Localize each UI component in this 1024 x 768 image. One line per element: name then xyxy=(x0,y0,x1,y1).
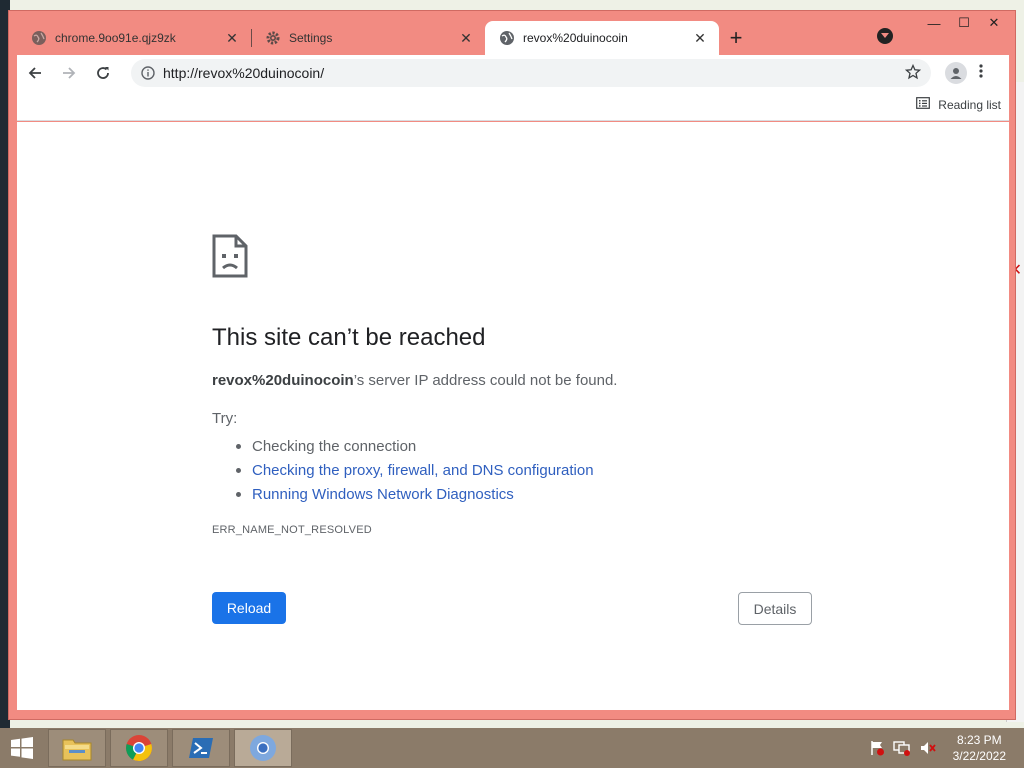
maximize-button[interactable]: ☐ xyxy=(949,13,979,33)
folder-icon xyxy=(62,739,92,761)
error-summary: revox%20duinocoin’s server IP address co… xyxy=(212,372,617,389)
taskbar-file-explorer[interactable] xyxy=(48,729,106,767)
window-controls: — ☐ ✕ xyxy=(919,13,1009,33)
tab-label: revox%20duinocoin xyxy=(523,31,628,45)
refresh-button[interactable] xyxy=(87,57,119,89)
sad-page-icon xyxy=(212,234,248,283)
chromium-icon xyxy=(250,735,276,761)
tab-label: Settings xyxy=(289,31,333,45)
action-center-flag-icon[interactable] xyxy=(869,740,885,756)
details-button[interactable]: Details xyxy=(738,592,812,625)
error-summary-rest: ’s server IP address could not be found. xyxy=(353,372,618,389)
profile-avatar-icon[interactable] xyxy=(945,62,967,84)
url-text[interactable]: http://revox%20duinocoin/ xyxy=(163,65,324,81)
globe-icon xyxy=(499,30,515,46)
address-bar[interactable]: http://revox%20duinocoin/ xyxy=(131,59,931,87)
tab-revox-duinocoin[interactable]: revox%20duinocoin ✕ xyxy=(485,21,719,55)
suggestion-check-connection: Checking the connection xyxy=(236,434,594,458)
reading-list-icon xyxy=(916,97,931,112)
new-tab-button[interactable]: + xyxy=(719,21,753,55)
start-button[interactable] xyxy=(0,728,44,768)
windows-logo-icon xyxy=(11,737,33,759)
chrome-icon xyxy=(126,735,152,762)
gear-icon xyxy=(265,30,281,46)
system-tray: 8:23 PM 3/22/2022 xyxy=(869,728,1016,768)
tab-settings[interactable]: Settings ✕ xyxy=(251,21,485,55)
taskbar: 8:23 PM 3/22/2022 xyxy=(0,728,1024,768)
bookmark-star-icon[interactable] xyxy=(904,63,922,83)
minimize-button[interactable]: — xyxy=(919,13,949,33)
tab-strip: chrome.9oo91e.qjz9zk ✕ Settings ✕ revox%… xyxy=(17,19,917,55)
suggestion-diagnostics-link[interactable]: Running Windows Network Diagnostics xyxy=(236,482,594,506)
info-icon[interactable] xyxy=(141,66,155,80)
menu-kebab-icon[interactable] xyxy=(979,63,983,83)
tab-chrome-9oo91e[interactable]: chrome.9oo91e.qjz9zk ✕ xyxy=(17,21,251,55)
reload-button[interactable]: Reload xyxy=(212,592,286,624)
system-clock[interactable]: 8:23 PM 3/22/2022 xyxy=(953,732,1006,764)
error-heading: This site can’t be reached xyxy=(212,324,486,351)
arrow-left-icon xyxy=(28,67,41,79)
close-tab-icon[interactable]: ✕ xyxy=(457,29,475,47)
forward-button[interactable] xyxy=(53,57,85,89)
browser-window: — ☐ ✕ chrome.9oo91e.qjz9zk ✕ Settings ✕ … xyxy=(8,10,1016,720)
volume-muted-icon[interactable] xyxy=(919,740,937,756)
close-tab-icon[interactable]: ✕ xyxy=(691,29,709,47)
reading-list-label: Reading list xyxy=(938,97,1001,112)
reading-list-button[interactable]: Reading list xyxy=(916,97,1001,112)
back-button[interactable] xyxy=(19,57,51,89)
network-icon[interactable] xyxy=(892,740,911,756)
error-code: ERR_NAME_NOT_RESOLVED xyxy=(212,524,372,536)
close-window-button[interactable]: ✕ xyxy=(979,13,1009,33)
page-content: This site can’t be reached revox%20duino… xyxy=(17,122,1009,710)
error-host: revox%20duinocoin xyxy=(212,372,354,389)
suggestion-proxy-link[interactable]: Checking the proxy, firewall, and DNS co… xyxy=(236,458,594,482)
powershell-icon xyxy=(189,738,213,758)
taskbar-chrome[interactable] xyxy=(110,729,168,767)
bookmarks-bar: Reading list xyxy=(17,91,1009,121)
browser-toolbar: http://revox%20duinocoin/ xyxy=(17,55,1009,91)
tab-label: chrome.9oo91e.qjz9zk xyxy=(55,31,176,45)
clock-date: 3/22/2022 xyxy=(952,749,1006,763)
close-tab-icon[interactable]: ✕ xyxy=(223,29,241,47)
suggestion-list: Checking the connection Checking the pro… xyxy=(236,434,594,506)
tab-search-icon[interactable] xyxy=(877,28,893,44)
clock-time: 8:23 PM xyxy=(956,733,1002,747)
taskbar-chromium[interactable] xyxy=(234,729,292,767)
globe-icon xyxy=(31,30,47,46)
try-label: Try: xyxy=(212,410,238,427)
arrow-right-icon xyxy=(63,67,76,79)
taskbar-powershell[interactable] xyxy=(172,729,230,767)
refresh-icon xyxy=(97,67,109,79)
